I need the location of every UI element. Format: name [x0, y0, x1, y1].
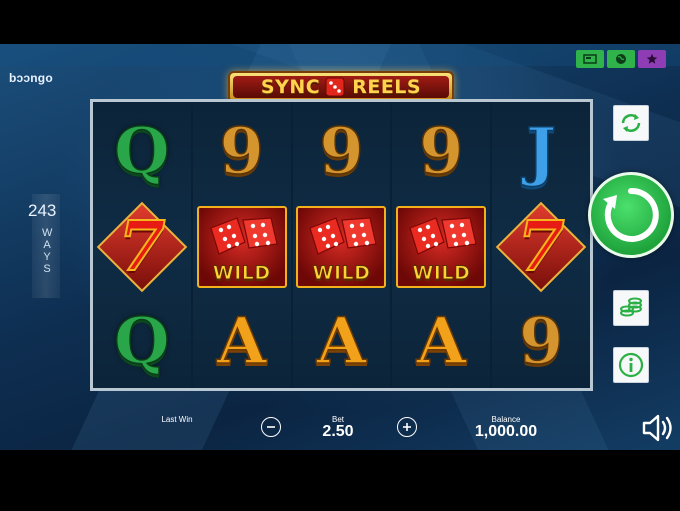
- dice-icon: [309, 216, 378, 255]
- symbol-q: Q: [113, 113, 170, 189]
- reel-cell: 9: [392, 104, 490, 199]
- spin-button[interactable]: [588, 172, 674, 258]
- reel-cell: A: [293, 294, 391, 389]
- autoplay-button[interactable]: [613, 105, 649, 141]
- symbol-7: 7: [516, 206, 565, 287]
- reel-1: Q 7 Q: [93, 102, 191, 388]
- reel-cell: A: [193, 294, 291, 389]
- spin-icon: [603, 187, 659, 242]
- reel-cell: J: [492, 104, 590, 199]
- logo-text-right: REELS: [352, 76, 422, 98]
- info-button[interactable]: [613, 347, 649, 383]
- wild-symbol: WILD: [396, 205, 487, 288]
- reel-2: 9 WILD A: [192, 102, 291, 389]
- ways-count: 243: [28, 201, 57, 220]
- balance-value: 1,000.00: [474, 423, 538, 440]
- language-button[interactable]: [607, 50, 635, 68]
- reel-cell: 9: [492, 294, 590, 389]
- reel-5: J 7 9: [492, 102, 590, 388]
- bet-increase-button[interactable]: [397, 417, 417, 437]
- plus-icon: [403, 423, 411, 431]
- ways-letter: A: [43, 239, 51, 251]
- reel-cell: 9: [293, 104, 391, 199]
- symbol-9: 9: [418, 113, 464, 189]
- reel-cell: 9: [193, 104, 291, 199]
- symbol-q: Q: [113, 303, 170, 379]
- minus-icon: [267, 426, 275, 428]
- favorites-button[interactable]: [638, 50, 666, 68]
- reel-4: 9 WILD A: [392, 102, 491, 389]
- star-icon: [646, 53, 658, 64]
- reel-cell: 7: [93, 199, 191, 294]
- symbol-a: A: [316, 303, 367, 379]
- dice-icon: [409, 216, 478, 255]
- wild-label: WILD: [412, 261, 471, 284]
- coins-stack-icon: [620, 297, 642, 317]
- symbol-7: 7: [117, 206, 166, 287]
- reels-frame: Q 7 Q 9 WILD A 9 WILD A 9 WILD A J 7 9: [90, 99, 593, 391]
- symbol-9: 9: [219, 113, 265, 189]
- reel-3: 9 WILD A: [292, 102, 391, 389]
- brand-logo: bɔɔngo: [9, 71, 53, 85]
- reel-cell: WILD: [293, 199, 391, 294]
- reel-cell: A: [392, 294, 490, 389]
- top-buttons: [576, 50, 666, 68]
- game-stage: bɔɔngo SYNC REELS 243 WAYS Q 7 Q 9 WILD A 9 WIL…: [0, 44, 680, 450]
- ways-label: WAYS: [42, 227, 52, 275]
- reel-cell: WILD: [193, 199, 291, 294]
- symbol-9: 9: [518, 303, 564, 379]
- bet-settings-button[interactable]: [613, 290, 649, 326]
- reel-cell: Q: [93, 294, 191, 389]
- last-win-label: Last Win: [161, 415, 193, 424]
- reel-cell: 7: [492, 199, 590, 294]
- wild-symbol: WILD: [296, 205, 387, 288]
- symbol-9: 9: [318, 113, 364, 189]
- ways-letter: W: [42, 227, 53, 239]
- dice-icon: [209, 216, 278, 255]
- wild-label: WILD: [212, 261, 271, 284]
- ways-letter: Y: [43, 251, 51, 263]
- autoplay-icon: [621, 114, 641, 132]
- bet-decrease-button[interactable]: [261, 417, 281, 437]
- symbol-a: A: [216, 303, 267, 379]
- reel-cell: Q: [93, 104, 191, 199]
- wild-symbol: WILD: [196, 205, 287, 288]
- wild-label: WILD: [312, 261, 371, 284]
- sound-icon[interactable]: [640, 410, 676, 446]
- globe-icon: [616, 54, 626, 64]
- reel-cell: WILD: [392, 199, 490, 294]
- menu-card-button[interactable]: [576, 50, 604, 68]
- reels-grid: Q 7 Q 9 WILD A 9 WILD A 9 WILD A J 7 9: [93, 102, 590, 388]
- bet-value: 2.50: [322, 423, 354, 440]
- symbol-a: A: [416, 303, 467, 379]
- menu-card-icon: [583, 54, 597, 64]
- dice-icon: [325, 77, 345, 97]
- logo-text-left: SYNC: [260, 76, 321, 98]
- info-icon: [618, 352, 644, 378]
- symbol-j: J: [525, 113, 557, 189]
- ways-letter: S: [43, 263, 51, 275]
